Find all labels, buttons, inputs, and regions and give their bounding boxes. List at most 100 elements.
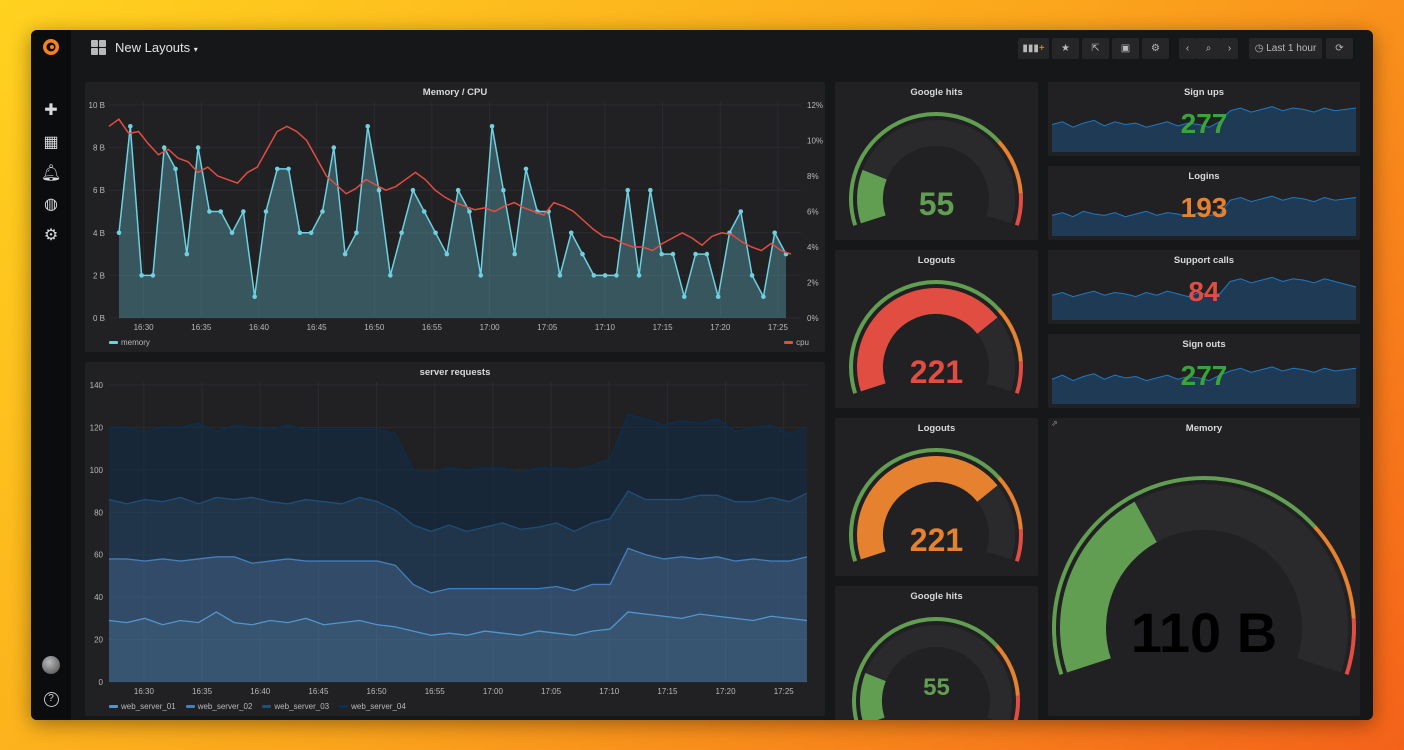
zoom-out-button[interactable]: ⌕ (1196, 38, 1221, 59)
stat-value: 277 (1180, 108, 1228, 139)
tick-label: 6 B (93, 186, 105, 195)
stat-value: 84 (1188, 276, 1220, 307)
tick-label: 17:15 (657, 687, 678, 696)
tick-label: 0 B (93, 314, 105, 323)
memory-point (614, 273, 619, 278)
tick-label: 60 (94, 551, 103, 560)
panel-title[interactable]: Support calls (1048, 255, 1360, 266)
sidebar: ✚ ▦ 🔔︎ ◍ ⚙ ? (31, 30, 71, 720)
server-requests-panel: server requests 0 20 40 60 80 100 120 140 16:30 1… (85, 362, 825, 716)
refresh-button[interactable]: ⟳ (1326, 38, 1353, 59)
settings-button[interactable]: ⚙ (1142, 38, 1169, 59)
memory-point (591, 273, 597, 278)
clock-icon: ◷ (1254, 43, 1267, 54)
tick-label: 16:45 (308, 687, 329, 696)
memory-point (388, 273, 393, 278)
tick-label: 16:35 (191, 323, 212, 332)
memory-point (354, 230, 359, 236)
memory-point (173, 166, 178, 172)
tick-label: 16:55 (425, 687, 446, 696)
gauge-value: 55 (923, 674, 950, 701)
memory-cpu-panel: Memory / CPU 0 B2 B4 B6 B8 B 10 B 0% 2% 4% 6%… (85, 82, 825, 352)
plus-icon[interactable]: ✚ (31, 100, 71, 120)
save-button[interactable]: ▣ (1112, 38, 1139, 59)
tick-label: 17:05 (541, 687, 562, 696)
memory-point (523, 166, 529, 172)
memory-point (241, 209, 246, 214)
memory-point (297, 230, 303, 236)
tick-label: 4 B (93, 229, 105, 238)
tick-label: 10 B (89, 101, 105, 110)
gauge-value: 221 (909, 354, 964, 390)
legend-item[interactable]: web_server_03 (262, 702, 329, 711)
add-panel-button[interactable]: ▮▮▮ + (1018, 38, 1049, 59)
memory-point (365, 124, 371, 129)
time-picker-button[interactable]: ◷ Last 1 hour (1249, 38, 1322, 59)
memory-point (274, 166, 280, 172)
memory-point (252, 294, 257, 299)
memory-point (286, 166, 291, 172)
memory-point (161, 145, 167, 150)
tick-label: 17:15 (653, 323, 674, 332)
legend-right: cpu (784, 338, 809, 347)
compass-icon[interactable]: ◍ (31, 194, 71, 214)
tick-label: 17:10 (599, 687, 620, 696)
gauge-value: 221 (909, 522, 964, 558)
tick-label: 140 (90, 381, 104, 390)
gauge-panel: Google hits 55 (835, 82, 1038, 240)
tick-label: 12% (807, 101, 823, 110)
tick-label: 8% (807, 172, 819, 181)
memory-point (693, 251, 698, 257)
memory-point (421, 209, 427, 214)
memory-point (478, 273, 484, 278)
memory-point (342, 251, 348, 257)
memory-point (128, 124, 133, 129)
memory-point (331, 145, 337, 150)
time-forward-button[interactable]: › (1221, 38, 1238, 59)
legend-cpu[interactable]: cpu (784, 338, 809, 347)
memory-point (738, 209, 744, 214)
memory-point (150, 273, 156, 278)
memory-point (557, 273, 563, 278)
memory-point (263, 209, 269, 214)
panel-title[interactable]: Sign ups (1048, 87, 1360, 98)
grafana-window: ✚ ▦ 🔔︎ ◍ ⚙ ? New Layouts ▾ ▮▮▮ + ★ ⇱ ▣ ⚙ … (31, 30, 1373, 720)
star-button[interactable]: ★ (1052, 38, 1079, 59)
legend-item[interactable]: web_server_01 (109, 702, 176, 711)
legend-memory[interactable]: memory (109, 338, 150, 347)
memory-point (772, 230, 777, 236)
panel-title[interactable]: Logins (1048, 171, 1360, 182)
memory-gauge-panel: Memory ⇗ 110 B (1048, 418, 1360, 716)
share-button[interactable]: ⇱ (1082, 38, 1109, 59)
memory-point (648, 187, 653, 193)
stat-value: 193 (1180, 192, 1228, 223)
tick-label: 2% (807, 279, 819, 288)
memory-point (455, 187, 461, 193)
legend-item[interactable]: web_server_04 (339, 702, 406, 711)
memory-point (207, 209, 212, 214)
tick-label: 40 (94, 593, 103, 602)
memory-point (625, 187, 631, 193)
time-back-button[interactable]: ‹ (1179, 38, 1196, 59)
grafana-logo-icon[interactable] (31, 36, 71, 60)
memory-point (659, 251, 664, 257)
tick-label: 16:35 (192, 687, 213, 696)
avatar[interactable] (31, 656, 71, 679)
memory-point (715, 294, 721, 299)
gauge-value: 110 B (1130, 601, 1278, 664)
help-icon[interactable]: ? (31, 688, 71, 707)
memory-point (489, 124, 495, 129)
legend-left: memory (109, 338, 150, 347)
dashboards-icon[interactable]: ▦ (31, 132, 71, 152)
singlestat-panel: Support calls 84 (1048, 250, 1360, 324)
singlestat-panel: Logins 193 (1048, 166, 1360, 240)
gear-icon[interactable]: ⚙ (31, 225, 71, 245)
memory-point (139, 273, 144, 278)
singlestat-panel: Sign outs 277 (1048, 334, 1360, 408)
bell-icon[interactable]: 🔔︎ (31, 163, 71, 183)
dashboard-title-dropdown[interactable]: New Layouts ▾ (115, 40, 198, 55)
memory-point (184, 251, 190, 257)
panel-title[interactable]: Sign outs (1048, 339, 1360, 350)
memory-point (704, 251, 710, 257)
legend-item[interactable]: web_server_02 (185, 702, 252, 711)
